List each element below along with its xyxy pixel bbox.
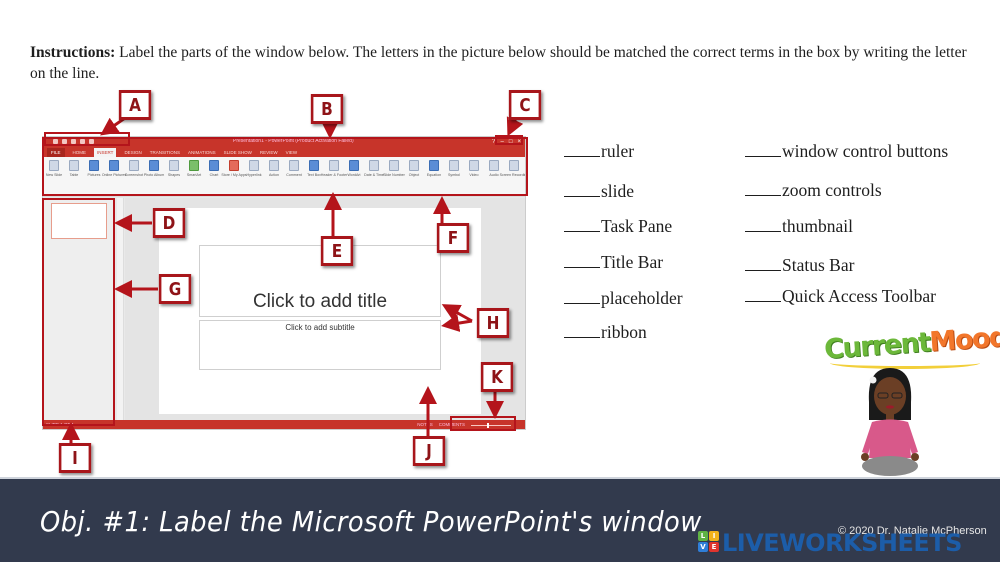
term-quick-access-toolbar[interactable]: Quick Access Toolbar <box>745 286 936 307</box>
callout-d: D <box>152 208 186 238</box>
answer-line[interactable] <box>745 195 781 196</box>
term-label: Title Bar <box>601 252 664 272</box>
callout-b: B <box>310 94 344 124</box>
term-placeholder[interactable]: placeholder <box>564 288 683 309</box>
mood-word-mood: Mood <box>928 321 1000 358</box>
callout-g: G <box>158 274 192 304</box>
term-slide[interactable]: slide <box>564 181 634 202</box>
title-placeholder-text: Click to add title <box>252 291 388 312</box>
answer-line[interactable] <box>564 156 600 157</box>
answer-line[interactable] <box>564 337 600 338</box>
term-label: ruler <box>601 141 635 161</box>
callout-i: I <box>58 443 92 473</box>
answer-line[interactable] <box>564 196 600 197</box>
highlight-zoom-controls <box>450 416 516 431</box>
callout-k: K <box>480 362 514 392</box>
term-zoom-controls[interactable]: zoom controls <box>745 180 882 201</box>
logo-letter: V <box>698 542 708 552</box>
term-label: Quick Access Toolbar <box>782 286 936 306</box>
term-ribbon[interactable]: ribbon <box>564 322 647 343</box>
logo-letter: I <box>709 531 719 541</box>
instructions-label: Instructions: <box>30 44 116 61</box>
instructions-body: Label the parts of the window below. The… <box>30 44 967 82</box>
answer-line[interactable] <box>564 231 600 232</box>
term-status-bar[interactable]: Status Bar <box>745 255 854 276</box>
answer-line[interactable] <box>564 303 600 304</box>
arrow-a <box>100 116 126 136</box>
term-window-control-buttons[interactable]: window control buttons <box>745 141 948 162</box>
term-label: Task Pane <box>601 216 673 236</box>
liveworksheets-brand: LIVEWORKSHEETS <box>722 529 962 557</box>
subtitle-placeholder-text: Click to add subtitle <box>285 323 355 332</box>
answer-line[interactable] <box>745 156 781 157</box>
term-label: ribbon <box>601 322 647 342</box>
footer-banner: Obj. #1: Label the Microsoft PowerPoint'… <box>0 477 1000 562</box>
notes-button: NOTES <box>417 422 433 427</box>
answer-line[interactable] <box>745 301 781 302</box>
vertical-ruler <box>117 198 124 420</box>
callout-h: H <box>476 308 510 338</box>
logo-letter: L <box>698 531 708 541</box>
term-label: window control buttons <box>782 141 949 161</box>
callout-e: E <box>320 236 354 266</box>
callout-c: C <box>508 90 542 120</box>
callout-a: A <box>118 90 152 120</box>
callout-j: J <box>412 436 446 466</box>
logo-letter: E <box>709 542 719 552</box>
term-task-pane[interactable]: Task Pane <box>564 216 672 237</box>
answer-line[interactable] <box>745 231 781 232</box>
term-label: Status Bar <box>782 255 855 275</box>
callout-f: F <box>436 223 470 253</box>
subtitle-placeholder: Click to add subtitle <box>199 320 441 370</box>
term-label: zoom controls <box>782 180 882 200</box>
highlight-ribbon <box>42 137 528 196</box>
term-title-bar[interactable]: Title Bar <box>564 252 663 273</box>
avatar-icon <box>861 368 919 476</box>
term-ruler[interactable]: ruler <box>564 141 634 162</box>
highlight-task-pane <box>42 198 115 426</box>
answer-line[interactable] <box>564 267 600 268</box>
instructions-text: Instructions: Label the parts of the win… <box>30 42 980 84</box>
term-label: placeholder <box>601 288 683 308</box>
answer-line[interactable] <box>745 270 781 271</box>
term-thumbnail[interactable]: thumbnail <box>745 216 853 237</box>
term-label: slide <box>601 181 635 201</box>
objective-title: Obj. #1: Label the Microsoft PowerPoint'… <box>40 505 702 538</box>
term-label: thumbnail <box>782 216 853 236</box>
highlight-window-controls <box>495 135 523 145</box>
liveworksheets-logo-icon: L I V E <box>698 531 719 552</box>
